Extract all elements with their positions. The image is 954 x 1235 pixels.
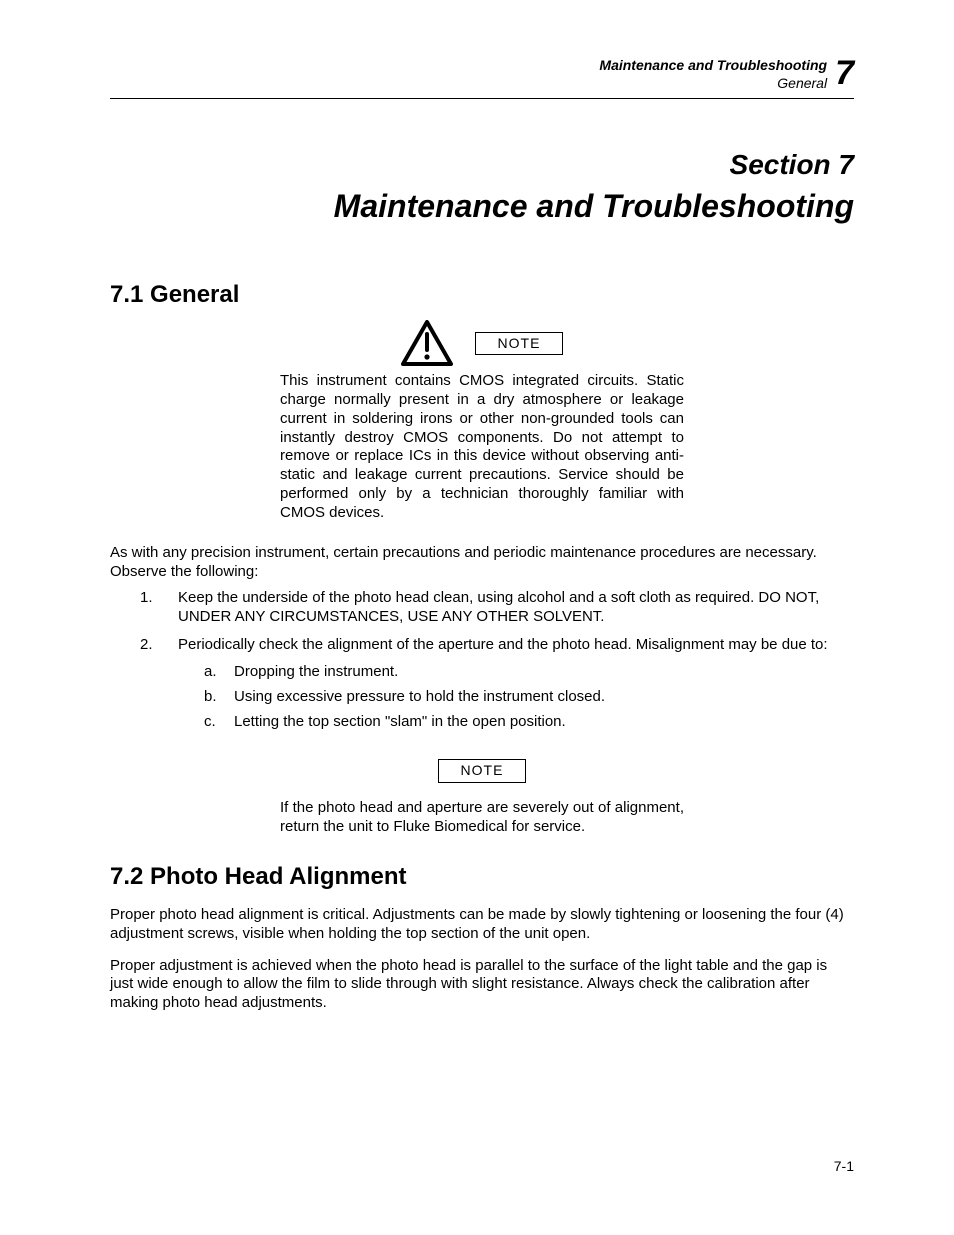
- section-title-line2: Maintenance and Troubleshooting: [110, 186, 854, 226]
- section-title-line1: Section 7: [110, 147, 854, 182]
- paragraph-7-2-a: Proper photo head alignment is critical.…: [110, 906, 854, 943]
- list-number: 2.: [140, 636, 153, 655]
- list-item: 1. Keep the underside of the photo head …: [152, 589, 854, 627]
- heading-7-2: 7.2 Photo Head Alignment: [110, 862, 854, 892]
- list-item: 2. Periodically check the alignment of t…: [152, 636, 854, 731]
- list-letter: c.: [204, 713, 216, 732]
- warning-icon: [401, 320, 453, 366]
- note-header-1: NOTE: [280, 320, 684, 366]
- lettered-list: a. Dropping the instrument. b. Using exc…: [178, 663, 854, 731]
- list-letter: b.: [204, 688, 217, 707]
- list-text: Keep the underside of the photo head cle…: [178, 589, 819, 625]
- list-text: Letting the top section "slam" in the op…: [234, 713, 566, 730]
- note-block-1: NOTE This instrument contains CMOS integ…: [280, 320, 684, 522]
- paragraph-7-2-b: Proper adjustment is achieved when the p…: [110, 957, 854, 1012]
- list-item: b. Using excessive pressure to hold the …: [208, 688, 854, 707]
- note-block-2: NOTE If the photo head and aperture are …: [280, 759, 684, 836]
- list-text: Periodically check the alignment of the …: [178, 636, 828, 653]
- list-letter: a.: [204, 663, 217, 682]
- note-body-1: This instrument contains CMOS integrated…: [280, 372, 684, 522]
- page-number: 7-1: [834, 1158, 854, 1176]
- list-number: 1.: [140, 589, 153, 608]
- header-chapter: Maintenance and Troubleshooting: [599, 56, 827, 74]
- note-header-2: NOTE: [280, 759, 684, 783]
- page-header: Maintenance and Troubleshooting General …: [110, 56, 854, 99]
- numbered-list: 1. Keep the underside of the photo head …: [110, 589, 854, 732]
- intro-paragraph: As with any precision instrument, certai…: [110, 544, 854, 581]
- document-page: Maintenance and Troubleshooting General …: [0, 0, 954, 1235]
- list-item: c. Letting the top section "slam" in the…: [208, 713, 854, 732]
- list-text: Dropping the instrument.: [234, 663, 398, 680]
- note-label-2: NOTE: [438, 759, 527, 783]
- list-text: Using excessive pressure to hold the ins…: [234, 688, 605, 705]
- note-body-2: If the photo head and aperture are sever…: [280, 799, 684, 837]
- header-text: Maintenance and Troubleshooting General: [599, 56, 827, 92]
- heading-7-1: 7.1 General: [110, 280, 854, 310]
- section-title: Section 7 Maintenance and Troubleshootin…: [110, 147, 854, 226]
- note-label-1: NOTE: [475, 332, 564, 356]
- list-item: a. Dropping the instrument.: [208, 663, 854, 682]
- header-sub: General: [599, 74, 827, 92]
- header-number: 7: [835, 56, 854, 92]
